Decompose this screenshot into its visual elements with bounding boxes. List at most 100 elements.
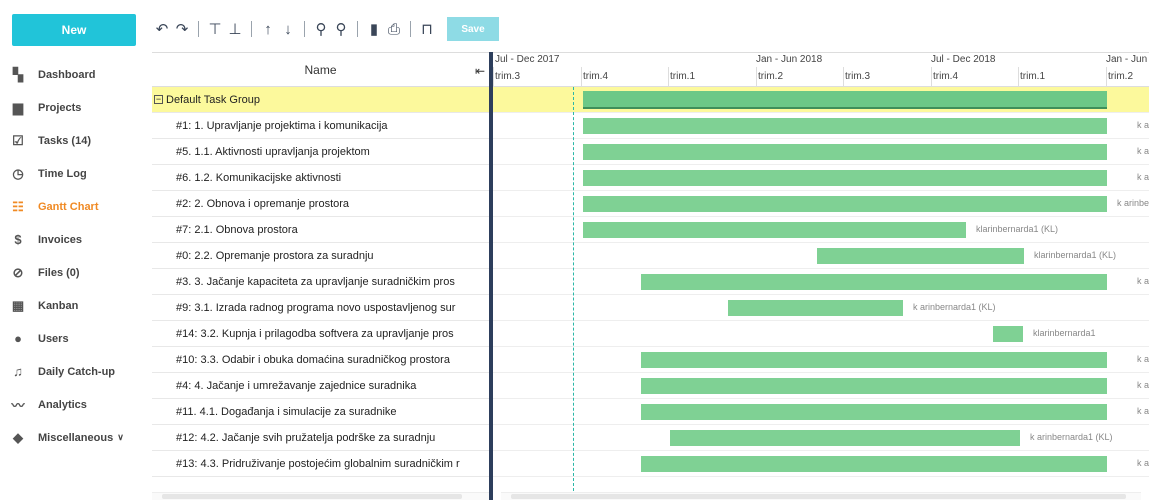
sidebar-item-11[interactable]: ◆ Miscellaneous ∨ — [0, 421, 145, 454]
task-name: #10: 3.3. Odabir i obuka domaćina suradn… — [176, 353, 450, 366]
group-summary-bar[interactable] — [583, 91, 1107, 109]
indent-top-icon[interactable]: ⊤ — [205, 17, 225, 41]
sidebar-item-1[interactable]: ▆ Projects — [0, 91, 145, 124]
task-name: #2: 2. Obnova i opremanje prostora — [176, 197, 350, 210]
task-bar[interactable] — [641, 378, 1107, 394]
sidebar-item-label: Users — [38, 332, 69, 345]
task-name: #0: 2.2. Opremanje prostora za suradnju — [176, 249, 374, 262]
task-row[interactable]: #0: 2.2. Opremanje prostora za suradnju — [152, 243, 489, 269]
dollar-icon: $ — [14, 232, 22, 247]
task-bar[interactable] — [641, 404, 1107, 420]
task-row[interactable]: #7: 2.1. Obnova prostora — [152, 217, 489, 243]
print-icon[interactable]: ⎙ — [384, 17, 404, 41]
sidebar-item-3[interactable]: ◷ Time Log — [0, 157, 145, 190]
sidebar-item-5[interactable]: $ Invoices — [0, 223, 145, 256]
sidebar-item-10[interactable]: 〰 Analytics — [0, 388, 145, 421]
sidebar-item-6[interactable]: ⊘ Files (0) — [0, 256, 145, 289]
quarter-divider — [668, 67, 669, 87]
collapse-toggle-icon[interactable]: − — [154, 95, 163, 104]
task-row[interactable]: #4: 4. Jačanje i umrežavanje zajednice s… — [152, 373, 489, 399]
sidebar-item-label: Files (0) — [38, 266, 80, 279]
sidebar-item-label: Kanban — [38, 299, 79, 312]
critical-path-icon[interactable]: ⊓ — [417, 17, 437, 41]
resource-label: k a — [1137, 354, 1149, 364]
task-bar[interactable] — [993, 326, 1023, 342]
dashboard-icon: ▚ — [13, 66, 23, 82]
sidebar-item-2[interactable]: ☑ Tasks (14) — [0, 124, 145, 157]
task-row[interactable]: #13: 4.3. Pridruživanje postojećim globa… — [152, 451, 489, 477]
briefcase-icon: ▆ — [13, 99, 23, 115]
sidebar-item-4[interactable]: ☷ Gantt Chart — [0, 190, 145, 223]
sidebar-item-label: Miscellaneous — [38, 431, 114, 444]
undo-icon[interactable]: ↶ — [152, 17, 172, 41]
task-row[interactable]: #14: 3.2. Kupnja i prilagodba softvera z… — [152, 321, 489, 347]
quarter-label: trim.3 — [495, 71, 520, 82]
sidebar-item-label: Projects — [38, 101, 82, 114]
task-name: #7: 2.1. Obnova prostora — [176, 223, 298, 236]
paperclip-icon: ⊘ — [12, 264, 24, 280]
sidebar-item-label: Analytics — [38, 398, 87, 411]
task-bar[interactable] — [583, 170, 1107, 186]
task-group-name: Default Task Group — [166, 93, 260, 106]
sidebar-item-9[interactable]: ♫ Daily Catch-up — [0, 355, 145, 388]
quarter-label: trim.2 — [1108, 71, 1133, 82]
task-bar[interactable] — [728, 300, 903, 316]
zoom-out-icon[interactable]: ⚲ — [311, 17, 331, 41]
toolbar-separator — [357, 21, 358, 37]
task-name: #6. 1.2. Komunikacijske aktivnosti — [176, 171, 342, 184]
task-row[interactable]: #11. 4.1. Događanja i simulacije za sura… — [152, 399, 489, 425]
task-bar[interactable] — [583, 118, 1107, 134]
sidebar-nav: ▚ Dashboard ▆ Projects ☑ Tasks (14) ◷ Time Log ☷… — [0, 58, 145, 454]
new-button[interactable]: New — [12, 14, 136, 46]
arrow-down-icon[interactable]: ↓ — [278, 17, 298, 41]
task-bar[interactable] — [641, 352, 1107, 368]
task-group-row[interactable]: − Default Task Group — [152, 87, 489, 113]
kanban-icon: ▦ — [11, 297, 25, 313]
sidebar-item-8[interactable]: ● Users — [0, 322, 145, 355]
task-bar[interactable] — [670, 430, 1020, 446]
toolbar-separator — [198, 21, 199, 37]
gantt-chart: Jul - Dec 2017 Jan - Jun 2018 Jul - Dec 20… — [493, 52, 1149, 500]
task-row[interactable]: #5. 1.1. Aktivnosti upravljanja projekto… — [152, 139, 489, 165]
task-row[interactable]: #9: 3.1. Izrada radnog programa novo usp… — [152, 295, 489, 321]
quarter-label: trim.4 — [933, 71, 958, 82]
task-bar[interactable] — [817, 248, 1024, 264]
task-name: #11. 4.1. Događanja i simulacije za sura… — [176, 405, 397, 418]
sidebar-item-0[interactable]: ▚ Dashboard — [0, 58, 145, 91]
redo-icon[interactable]: ↷ — [172, 17, 192, 41]
sidebar-item-7[interactable]: ▦ Kanban — [0, 289, 145, 322]
quarter-label: trim.2 — [758, 71, 783, 82]
task-row[interactable]: #1: 1. Upravljanje projektima i komunika… — [152, 113, 489, 139]
task-bar[interactable] — [583, 196, 1107, 212]
resource-label: k a — [1137, 276, 1149, 286]
task-row[interactable]: #3. 3. Jačanje kapaciteta za upravljanje… — [152, 269, 489, 295]
arrow-up-icon[interactable]: ↑ — [258, 17, 278, 41]
clock-icon: ◷ — [12, 165, 24, 181]
task-name: #3. 3. Jačanje kapaciteta za upravljanje… — [176, 275, 455, 288]
indent-bottom-icon[interactable]: ⊥ — [225, 17, 245, 41]
collapse-grid-icon[interactable]: ⇤ — [475, 64, 485, 78]
grid-scroll-thumb[interactable] — [162, 494, 462, 499]
save-button[interactable]: Save — [447, 17, 499, 41]
task-bar[interactable] — [641, 274, 1107, 290]
task-row[interactable]: #10: 3.3. Odabir i obuka domaćina suradn… — [152, 347, 489, 373]
zoom-in-icon[interactable]: ⚲ — [331, 17, 351, 41]
chart-horizontal-scrollbar[interactable] — [501, 492, 1141, 500]
resource-label: k a — [1137, 406, 1149, 416]
task-bar[interactable] — [583, 144, 1107, 160]
task-bar[interactable] — [641, 456, 1107, 472]
chart-body: k a k a k a k arinbernarda1 (KL) klarinberna… — [493, 87, 1149, 500]
user-icon: ● — [14, 331, 22, 346]
grid-horizontal-scrollbar[interactable] — [152, 492, 489, 500]
task-row[interactable]: #6. 1.2. Komunikacijske aktivnosti — [152, 165, 489, 191]
fullscreen-icon[interactable]: ▮ — [364, 17, 384, 41]
task-row[interactable]: #2: 2. Obnova i opremanje prostora — [152, 191, 489, 217]
quarter-divider — [493, 67, 494, 87]
task-bar[interactable] — [583, 222, 966, 238]
chart-scroll-thumb[interactable] — [511, 494, 1126, 499]
checkbox-icon: ☑ — [12, 132, 24, 148]
resource-label: k a — [1137, 146, 1149, 156]
task-row[interactable]: #12: 4.2. Jačanje svih pružatelja podršk… — [152, 425, 489, 451]
sidebar-item-label: Daily Catch-up — [38, 365, 116, 378]
name-column-header[interactable]: Name — [152, 63, 489, 77]
